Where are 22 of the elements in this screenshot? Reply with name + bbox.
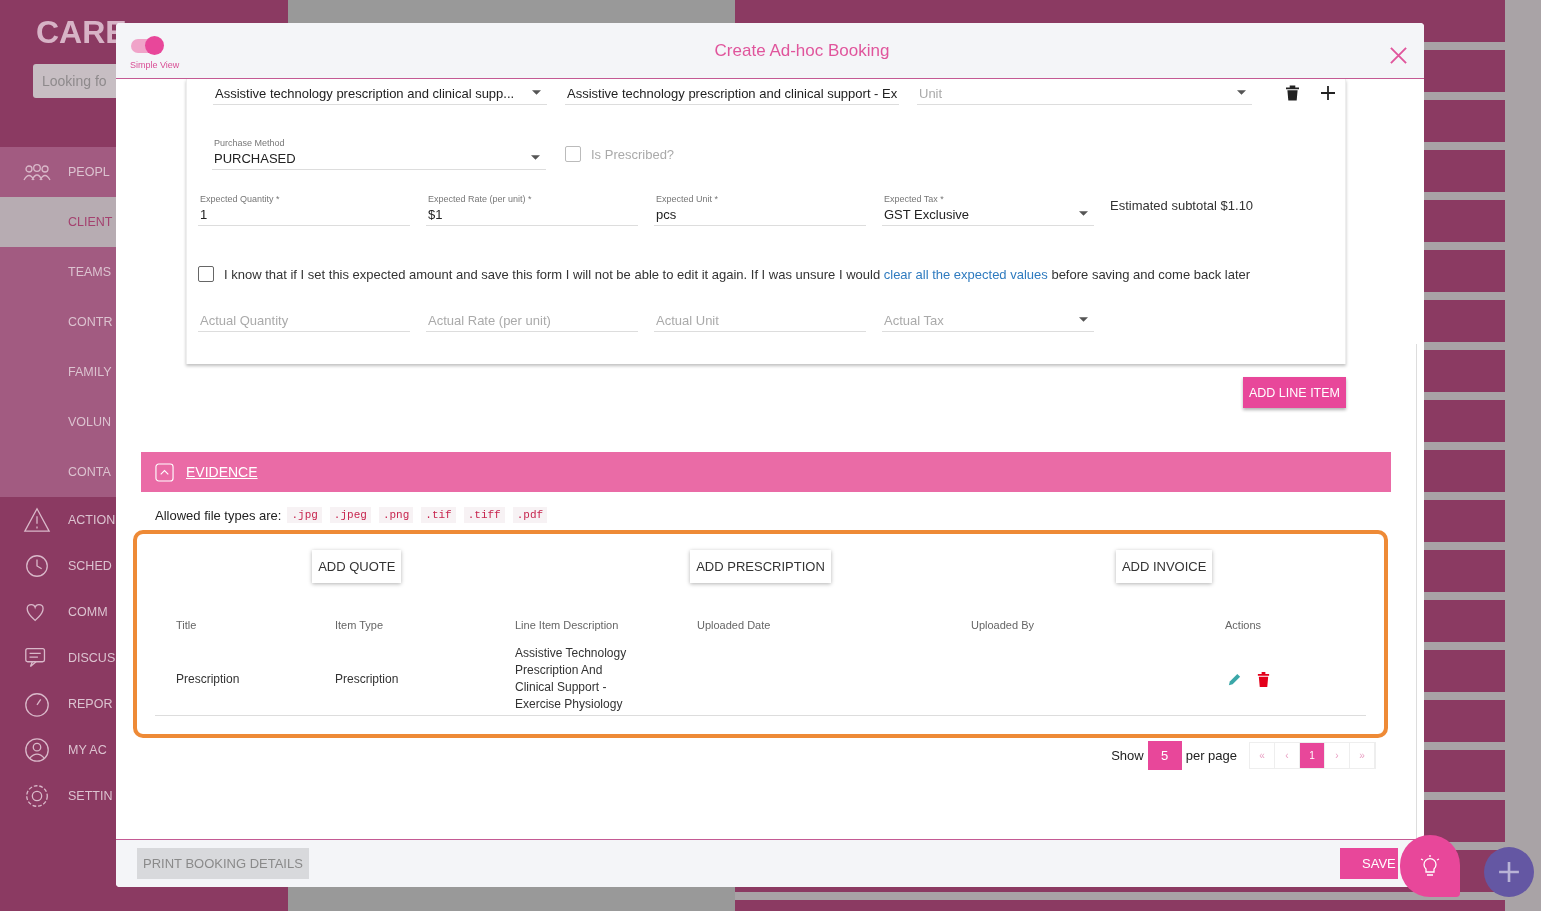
show-label: Show [1111, 748, 1144, 763]
column-header: Actions [1225, 619, 1263, 631]
file-type-tag: .tiff [463, 507, 505, 523]
table-cell-text: Prescription [335, 672, 400, 686]
file-type-tag: .jpeg [329, 507, 371, 523]
file-type-tag: .png [378, 507, 414, 523]
file-type-tag: .pdf [512, 507, 548, 523]
file-type-tag: .tif [421, 507, 456, 523]
checkbox-label: Is Prescribed? [591, 146, 675, 162]
column-header: Uploaded Date [697, 619, 772, 631]
column-header: Title [176, 619, 198, 631]
column-header: Uploaded By [971, 619, 1035, 631]
dialog-title: Create Ad-hoc Booking [714, 40, 890, 61]
column-header: Item Type [335, 619, 385, 631]
column-header: Line Item Description [515, 619, 620, 631]
per-page-label: per page [1185, 748, 1237, 763]
table-cell-text: Assistive Technology Prescription And Clinical Support - Exercise Physiology [515, 645, 628, 713]
file-type-tag: .jpg [287, 507, 322, 523]
confirmation-text: I know that if I set this expected amount and save this form I will not be able to edit it again. If I was unsure I would clear all the expected values before saving and come back later [224, 266, 1251, 282]
subtotal-text: Estimated subtotal $1.10 [1110, 197, 1255, 213]
table-cell-text: Prescription [176, 672, 241, 686]
allowed-types-label: Allowed file types are: [155, 507, 282, 523]
